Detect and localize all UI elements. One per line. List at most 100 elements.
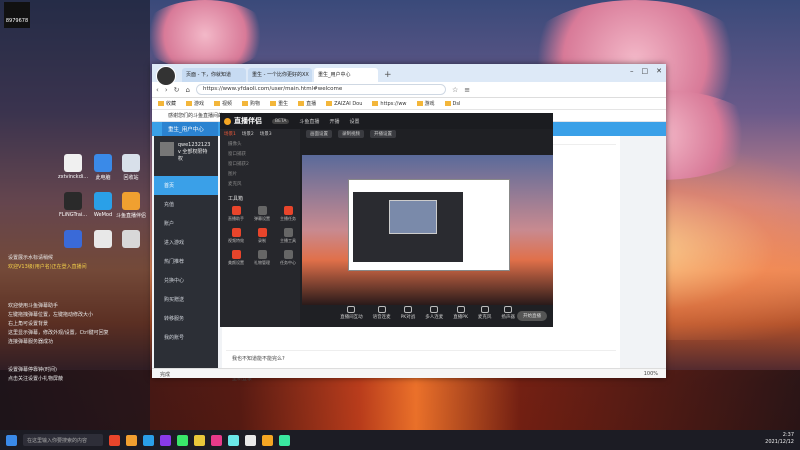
source-row[interactable]: 摄像头	[220, 139, 300, 149]
taskbar-app-icon[interactable]	[160, 434, 171, 446]
tool-item[interactable]: 主播任务	[276, 206, 300, 222]
browser-tab[interactable]: 重生 - 一个比你更好的XX	[248, 68, 312, 82]
tool-item[interactable]: 弹幕设置	[250, 206, 274, 222]
tool-item[interactable]: 礼物管理	[250, 250, 274, 266]
desktop-icon[interactable]	[58, 230, 88, 250]
browser-tab-active[interactable]: 重生_用户中心	[314, 68, 378, 82]
desktop-icon[interactable]: 回收站	[116, 154, 146, 181]
user-center-tab[interactable]: 重生_用户中心	[162, 122, 218, 136]
danmaku-panel-top: 设置展示水标请稍候 欢迎V13级(用户名)正在登入直播间	[8, 254, 148, 272]
desktop-icon[interactable]: WeMod	[88, 192, 118, 218]
bookmark-item[interactable]: 重生	[270, 100, 288, 107]
tool-item[interactable]: 直播助手	[224, 206, 248, 222]
nested-screen-capture	[348, 179, 510, 271]
taskbar-app-icon[interactable]	[211, 434, 222, 446]
taskbar-app-icon[interactable]	[109, 434, 120, 446]
bookmark-item[interactable]: Dsl	[445, 101, 461, 107]
app-logo: 直播伴侣	[224, 116, 262, 126]
back-icon[interactable]: ‹	[156, 86, 159, 94]
bookmark-item[interactable]: 视频	[214, 100, 232, 107]
new-tab-button[interactable]: +	[384, 70, 392, 82]
desktop-icon[interactable]: zxtvinckdi...	[58, 154, 88, 180]
toolbar-button[interactable]: 录制视频	[338, 130, 364, 138]
bookmark-item[interactable]: https://ww	[372, 101, 406, 107]
toolbar-button[interactable]: 开播设置	[370, 130, 396, 138]
app-header-item[interactable]: 开播	[329, 118, 339, 125]
tool-label: 弹幕设置	[254, 216, 270, 221]
sidebar-item-gift[interactable]: 购买赠送	[154, 290, 218, 309]
sidebar-item-home[interactable]: 首页	[154, 176, 218, 195]
sidebar-item-account[interactable]: 账户	[154, 214, 218, 233]
taskbar-app-icon[interactable]	[262, 434, 273, 446]
sidebar-item-recommend[interactable]: 热门推荐	[154, 252, 218, 271]
bookmark-item[interactable]: 游戏	[417, 100, 435, 107]
sidebar-item-recharge[interactable]: 充值	[154, 195, 218, 214]
source-row[interactable]: 图片	[220, 169, 300, 179]
taskbar-app-icon[interactable]	[245, 434, 256, 446]
content-row[interactable]: 我也不知道能不能完么?	[226, 350, 616, 364]
computer-icon	[94, 154, 112, 172]
tool-item[interactable]: 录制	[250, 228, 274, 244]
sidebar-item-transfer[interactable]: 转移服务	[154, 309, 218, 328]
minimize-icon[interactable]: –	[630, 67, 634, 75]
app-header-item[interactable]: 斗鱼直播	[299, 118, 319, 125]
tool-item[interactable]: 主播工具	[276, 228, 300, 244]
desktop-icon[interactable]: 斗鱼直播伴侣	[116, 192, 146, 219]
tool-item[interactable]: 视频特效	[224, 228, 248, 244]
source-row[interactable]: 窗口捕获	[220, 149, 300, 159]
desktop-icon[interactable]: FLiNGTrai...	[58, 192, 88, 218]
bottom-action[interactable]: 麦克风	[478, 306, 491, 327]
desktop-icon[interactable]: 此电脑	[88, 154, 118, 181]
url-input[interactable]: https://www.yfdaoli.com/user/main.html#w…	[195, 84, 446, 95]
bottom-action[interactable]: 直播间互动	[340, 306, 363, 327]
taskbar-app-icon[interactable]	[228, 434, 239, 446]
windows-start-icon[interactable]	[6, 434, 17, 446]
bookmark-item[interactable]: 游戏	[186, 100, 204, 107]
bookmark-item[interactable]: 购物	[242, 100, 260, 107]
star-icon[interactable]: ☆	[452, 86, 458, 94]
bookmark-item[interactable]: ZAIZAI Dou	[326, 101, 362, 107]
tool-item[interactable]: 美颜设置	[224, 250, 248, 266]
app-header-item[interactable]: 设置	[349, 118, 359, 125]
bottom-action[interactable]: 扬声器	[501, 306, 515, 327]
go-live-button[interactable]: 开始直播	[517, 311, 547, 321]
source-row[interactable]: 窗口捕获2	[220, 159, 300, 169]
forward-icon[interactable]: ›	[165, 86, 168, 94]
bookmark-item[interactable]: 收藏	[158, 100, 176, 107]
zoom-level[interactable]: 100%	[644, 371, 658, 377]
scene-tab[interactable]: 场景1	[224, 131, 236, 137]
danmaku-line: 右上角可设置背景	[8, 321, 49, 327]
bottom-action[interactable]: PK对战	[401, 306, 415, 327]
taskbar-app-icon[interactable]	[126, 434, 137, 446]
toolbar-button[interactable]: 画面设置	[306, 130, 332, 138]
taskbar-app-icon[interactable]	[177, 434, 188, 446]
reload-icon[interactable]: ↻	[174, 86, 180, 94]
taskbar-app-icon[interactable]	[194, 434, 205, 446]
source-row[interactable]: 麦克风	[220, 179, 300, 189]
bookmark-item[interactable]: 直播	[298, 100, 316, 107]
scene-tab[interactable]: 场景3	[260, 131, 272, 137]
bottom-action[interactable]: 直播PK	[453, 306, 468, 327]
bottom-action[interactable]: 多人连麦	[425, 306, 443, 327]
taskbar-app-icon[interactable]	[279, 434, 290, 446]
taskbar-search[interactable]: 在这里输入你要搜索的内容	[23, 434, 103, 446]
menu-icon[interactable]: ≡	[464, 86, 470, 94]
file-icon	[94, 230, 112, 248]
stream-preview[interactable]	[302, 155, 553, 305]
system-tray[interactable]: 2:37 2021/12/12	[765, 432, 794, 446]
desktop-icon[interactable]	[88, 230, 118, 250]
sidebar-item-exchange[interactable]: 兑换中心	[154, 271, 218, 290]
home-icon[interactable]: ⌂	[186, 86, 190, 94]
bottom-action[interactable]: 语音连麦	[373, 306, 391, 327]
maximize-icon[interactable]: □	[642, 67, 649, 75]
avatar[interactable]	[156, 66, 176, 86]
sidebar-item-enter-game[interactable]: 进入游戏	[154, 233, 218, 252]
close-icon[interactable]: ✕	[656, 67, 662, 75]
browser-tab[interactable]: 页面 - 下，你就知道	[182, 68, 246, 82]
tool-label: 录制	[258, 238, 266, 243]
sidebar-item-my-account[interactable]: 我的账号	[154, 328, 218, 347]
tool-item[interactable]: 任务中心	[276, 250, 300, 266]
taskbar-app-icon[interactable]	[143, 434, 154, 446]
desktop-icon[interactable]	[116, 230, 146, 250]
scene-tab[interactable]: 场景2	[242, 131, 254, 137]
